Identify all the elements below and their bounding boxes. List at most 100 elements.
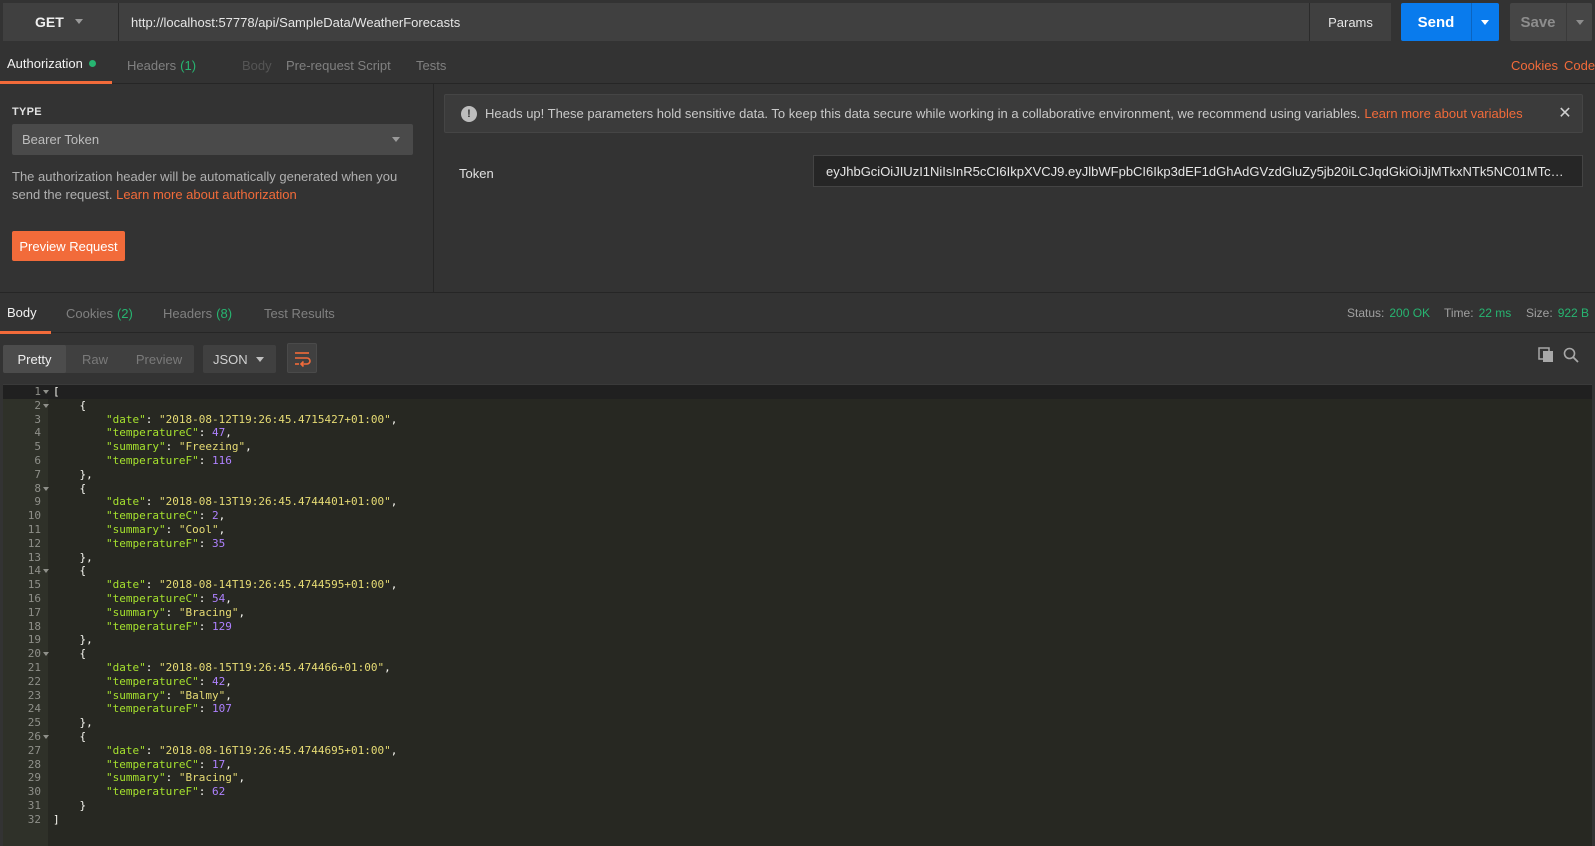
code-text: "temperatureC": 2, <box>105 509 226 523</box>
request-tabs: Authorization Headers (1) Body Pre-reque… <box>0 46 1595 84</box>
send-options-button[interactable] <box>1471 3 1499 41</box>
line-number: 21 <box>27 661 41 674</box>
response-tabs: Body Cookies (2) Headers (8) Test Result… <box>0 292 1595 334</box>
tab-response-body[interactable]: Body <box>0 293 51 334</box>
tab-label: Body <box>242 57 272 73</box>
line-number: 18 <box>27 619 41 633</box>
code-line: 32] <box>3 813 1592 827</box>
code-text: "temperatureF": 62 <box>105 785 226 799</box>
chevron-down-icon <box>1576 20 1584 25</box>
size-label: Size: <box>1526 306 1553 320</box>
code-text: "date": "2018-08-16T19:26:45.4744695+01:… <box>105 743 398 757</box>
save-options-button[interactable] <box>1566 3 1592 41</box>
line-number: 13 <box>27 550 41 564</box>
save-button[interactable]: Save <box>1510 3 1566 41</box>
code-line: 30 "temperatureF": 62 <box>3 785 1592 799</box>
url-input[interactable]: http://localhost:57778/api/SampleData/We… <box>119 3 1309 41</box>
line-number: 1 <box>34 385 41 398</box>
line-number: 9 <box>34 495 41 509</box>
view-pretty-button[interactable]: Pretty <box>3 345 66 373</box>
time-label: Time: <box>1444 306 1474 320</box>
tab-label: Pre-request Script <box>286 57 391 73</box>
fold-arrow-icon[interactable] <box>43 652 49 657</box>
tab-response-cookies[interactable]: Cookies (2) <box>66 293 133 334</box>
tab-label: Test Results <box>264 306 335 321</box>
code-line: 24 "temperatureF": 107 <box>3 702 1592 716</box>
line-number: 26 <box>27 730 41 743</box>
code-text: "date": "2018-08-13T19:26:45.4744401+01:… <box>105 495 398 509</box>
code-line: 10 "temperatureC": 2, <box>3 509 1592 523</box>
params-button[interactable]: Params <box>1309 3 1391 41</box>
line-number: 8 <box>34 481 41 495</box>
line-number: 32 <box>27 812 41 826</box>
method-select[interactable]: GET <box>3 3 119 41</box>
copy-icon[interactable] <box>1537 346 1555 364</box>
code-text: }, <box>53 467 93 481</box>
code-line: 31 } <box>3 799 1592 813</box>
code-line: 22 "temperatureC": 42, <box>3 675 1592 689</box>
auth-type-select[interactable]: Bearer Token <box>12 124 413 155</box>
line-number: 2 <box>34 398 41 412</box>
line-number: 5 <box>34 440 41 454</box>
fold-arrow-icon[interactable] <box>43 403 49 408</box>
line-number: 4 <box>34 426 41 440</box>
send-button[interactable]: Send <box>1401 3 1471 41</box>
fold-arrow-icon[interactable] <box>43 569 49 574</box>
tab-headers[interactable]: Headers (1) <box>127 46 196 84</box>
tab-authorization[interactable]: Authorization <box>0 46 112 84</box>
method-label: GET <box>35 14 64 30</box>
code-line: 19 }, <box>3 633 1592 647</box>
line-number: 28 <box>27 757 41 771</box>
tab-test-results[interactable]: Test Results <box>264 293 335 334</box>
tab-pre-request-script[interactable]: Pre-request Script <box>286 46 391 84</box>
line-number: 14 <box>27 564 41 578</box>
fold-arrow-icon[interactable] <box>43 390 49 394</box>
code-line: 6 "temperatureF": 116 <box>3 454 1592 468</box>
close-icon[interactable]: ✕ <box>1556 104 1574 122</box>
code-line: 29 "summary": "Bracing", <box>3 771 1592 785</box>
fold-arrow-icon[interactable] <box>43 735 49 739</box>
line-number: 25 <box>27 716 41 730</box>
code-link[interactable]: Code <box>1564 46 1595 84</box>
status-value: 200 OK <box>1389 306 1431 320</box>
line-number: 16 <box>27 592 41 605</box>
code-text: }, <box>53 633 93 647</box>
code-line: 25 }, <box>3 716 1592 730</box>
code-line: 4 "temperatureC": 47, <box>3 426 1592 440</box>
preview-request-button[interactable]: Preview Request <box>12 231 125 261</box>
wrap-lines-button[interactable] <box>287 343 317 373</box>
line-number: 10 <box>27 509 41 523</box>
format-select[interactable]: JSON <box>203 345 276 373</box>
code-text: { <box>53 398 87 412</box>
learn-more-auth-link[interactable]: Learn more about authorization <box>116 187 297 202</box>
status-dot-icon <box>88 60 96 67</box>
view-preview-button[interactable]: Preview <box>124 345 194 373</box>
line-number: 30 <box>27 785 41 799</box>
response-toolbar: Pretty Raw Preview JSON <box>0 334 1595 384</box>
cookies-link[interactable]: Cookies <box>1511 46 1558 84</box>
fold-arrow-icon[interactable] <box>43 486 49 491</box>
search-icon[interactable] <box>1562 346 1580 364</box>
line-number: 29 <box>27 771 41 785</box>
code-line: 2 { <box>3 399 1592 413</box>
code-text: { <box>53 730 87 743</box>
response-body-viewer[interactable]: 1[2 {3 "date": "2018-08-12T19:26:45.4715… <box>3 384 1592 846</box>
line-number: 3 <box>34 412 41 426</box>
code-text: "temperatureC": 54, <box>105 592 232 605</box>
tab-response-headers[interactable]: Headers (8) <box>163 293 232 334</box>
tab-body[interactable]: Body <box>242 46 272 84</box>
code-text: "date": "2018-08-12T19:26:45.4715427+01:… <box>105 412 398 426</box>
line-number: 17 <box>27 605 41 619</box>
view-raw-button[interactable]: Raw <box>66 345 124 373</box>
code-line: 13 }, <box>3 551 1592 565</box>
url-bar: GET http://localhost:57778/api/SampleDat… <box>0 0 1595 46</box>
learn-more-variables-link[interactable]: Learn more about variables <box>1364 106 1522 121</box>
line-number: 31 <box>27 799 41 812</box>
line-number: 6 <box>34 454 41 467</box>
status-readout: Status: 200 OK <box>1347 293 1430 333</box>
time-value: 22 ms <box>1478 306 1512 320</box>
status-label: Status: <box>1347 306 1385 320</box>
token-input[interactable]: eyJhbGciOiJIUzI1NiIsInR5cCI6IkpXVCJ9.eyJ… <box>813 155 1583 187</box>
line-number: 23 <box>27 688 41 702</box>
tab-tests[interactable]: Tests <box>416 46 446 84</box>
